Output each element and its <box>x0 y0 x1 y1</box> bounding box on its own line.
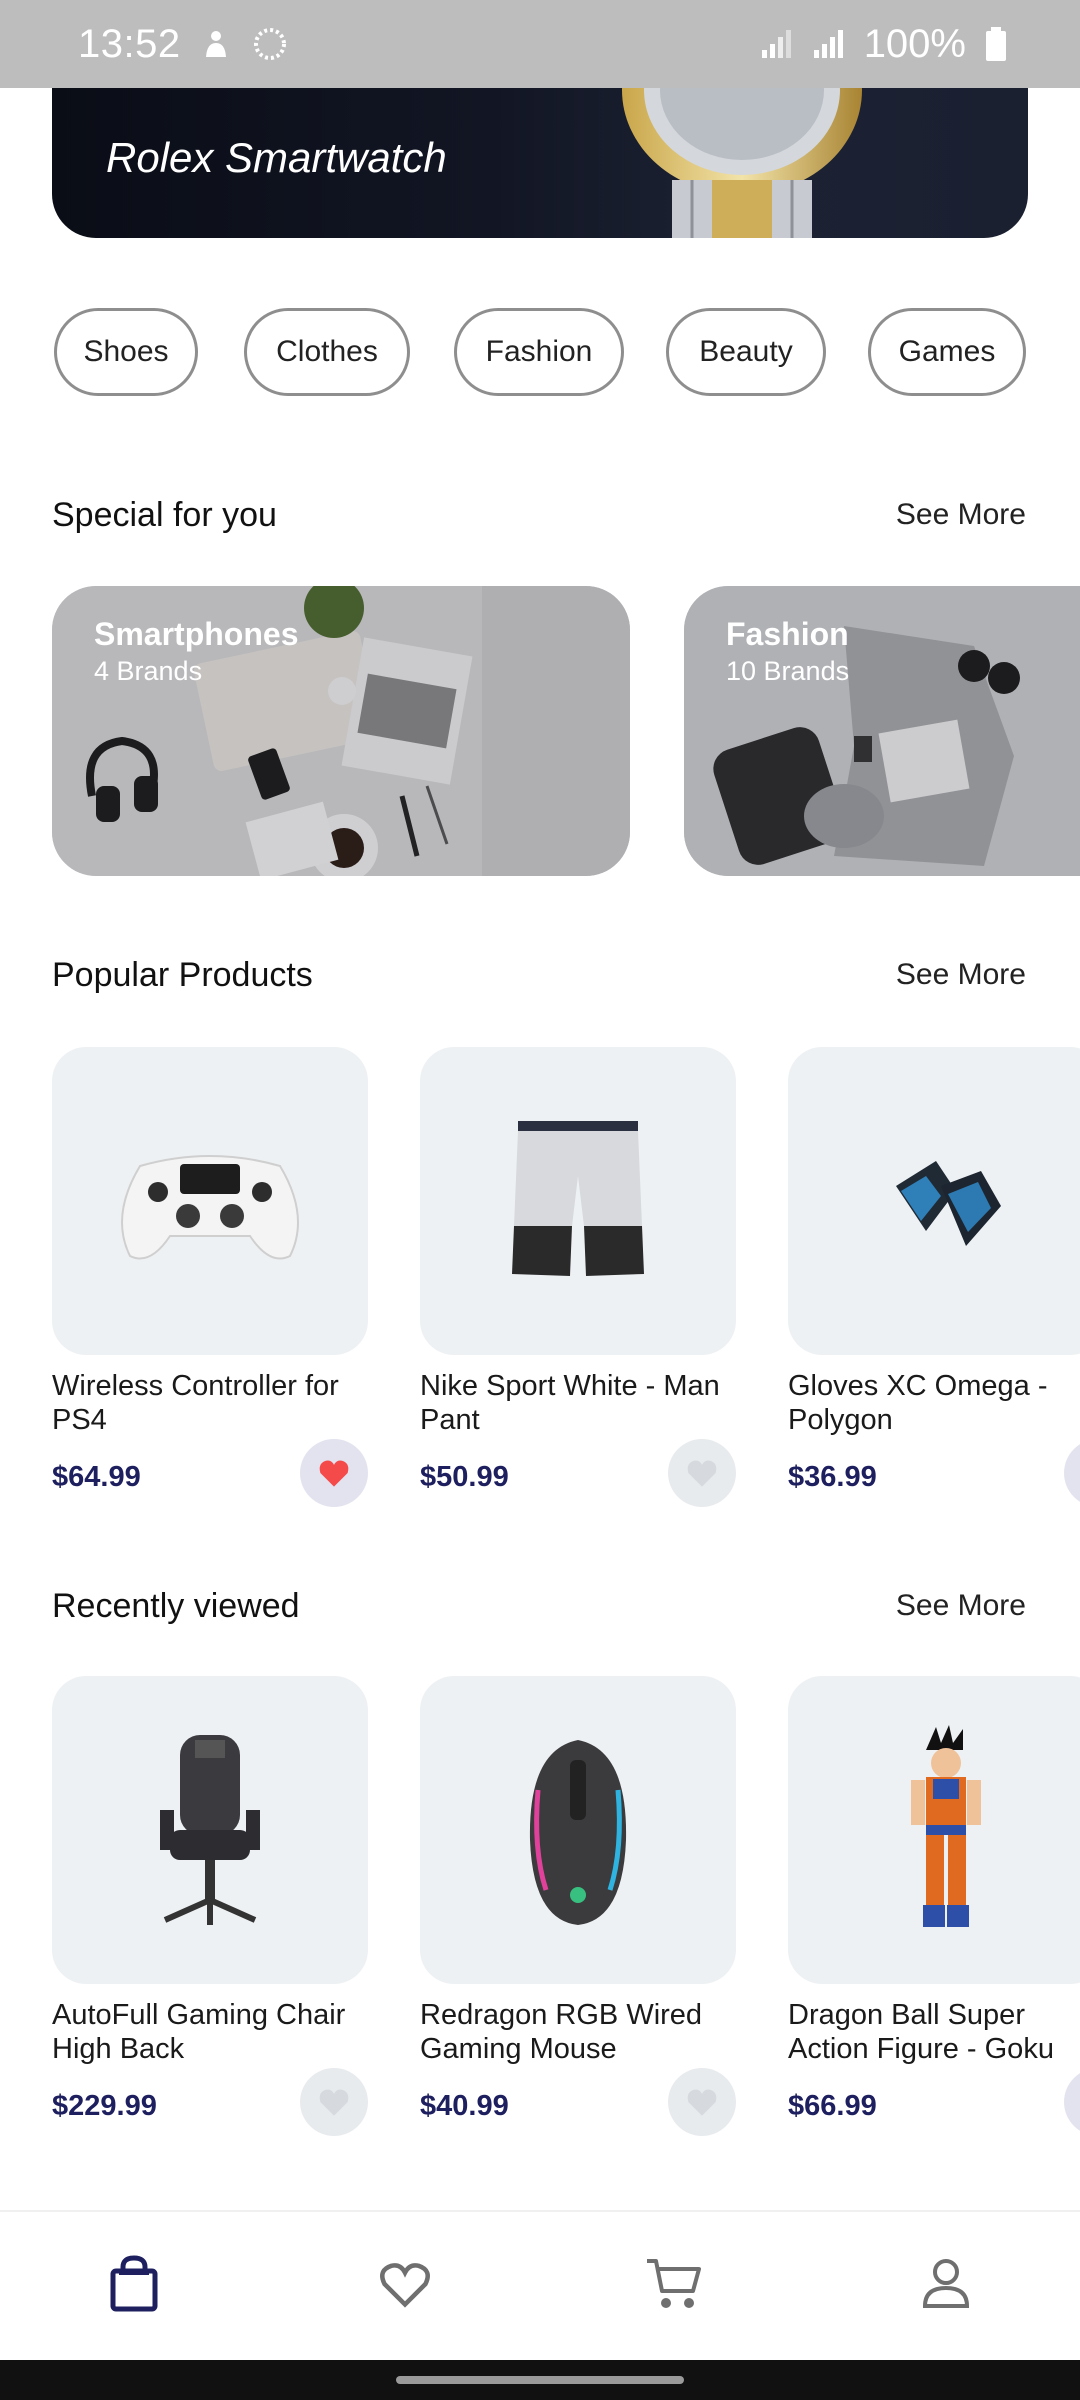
favorite-button[interactable] <box>300 2068 368 2136</box>
bottom-navigation <box>0 2210 1080 2360</box>
special-card-title: Smartphones <box>94 616 299 652</box>
cart-icon <box>647 2259 701 2308</box>
product-card[interactable]: Gloves XC Omega - Polygon $36.99 <box>788 1047 1080 1507</box>
nav-shop[interactable] <box>94 2244 174 2324</box>
home-gesture-handle[interactable] <box>396 2376 684 2384</box>
favorite-button[interactable] <box>1064 1439 1080 1507</box>
product-name: Gloves XC Omega - Polygon <box>788 1370 1048 1436</box>
status-right: 100% <box>760 22 1008 67</box>
product-price: $36.99 <box>788 1461 877 1493</box>
chair-icon <box>160 1735 260 1925</box>
product-image <box>420 1047 736 1355</box>
recent-section-title: Recently viewed <box>52 1587 300 1625</box>
product-price: $66.99 <box>788 2090 877 2122</box>
product-image <box>788 1676 1080 1984</box>
app-root: 13:52 100% Rolex Smartwatch Shoes Clothe… <box>0 0 1080 2400</box>
figure-icon <box>911 1725 981 1927</box>
product-name: Redragon RGB Wired Gaming Mouse <box>420 1999 703 2065</box>
gloves-icon <box>896 1161 1001 1246</box>
popular-section-title: Popular Products <box>52 956 313 994</box>
battery-icon <box>986 27 1006 61</box>
chip-fashion[interactable]: Fashion <box>454 308 624 396</box>
special-see-more[interactable]: See More <box>896 498 1026 532</box>
popular-see-more[interactable]: See More <box>896 958 1026 992</box>
product-image <box>420 1676 736 1984</box>
favorite-button[interactable] <box>300 1439 368 1507</box>
status-time: 13:52 <box>78 21 181 66</box>
gesture-bar <box>0 2360 1080 2400</box>
special-card-subtitle: 10 Brands <box>726 656 850 686</box>
chip-clothes[interactable]: Clothes <box>244 308 410 396</box>
signal-icon <box>761 30 791 58</box>
product-name: Dragon Ball Super Action Figure - Goku <box>788 1999 1054 2065</box>
chip-shoes[interactable]: Shoes <box>54 308 198 396</box>
heart-filled-icon <box>687 1460 717 1487</box>
notification-icon <box>205 31 226 57</box>
battery-percent: 100% <box>863 21 966 66</box>
favorite-button[interactable] <box>668 2068 736 2136</box>
special-card-title: Fashion <box>726 616 849 652</box>
product-image <box>52 1676 368 1984</box>
special-card-smartphones[interactable]: Smartphones 4 Brands <box>52 586 630 876</box>
profile-icon <box>922 2259 970 2308</box>
product-name: Nike Sport White - Man Pant <box>420 1370 720 1436</box>
nav-favorites[interactable] <box>365 2244 445 2324</box>
special-card-subtitle: 4 Brands <box>94 656 203 686</box>
heart-filled-icon <box>319 1460 349 1487</box>
product-card[interactable]: Dragon Ball Super Action Figure - Goku $… <box>788 1676 1080 2136</box>
special-card-fashion[interactable]: Fashion 10 Brands <box>684 586 1080 876</box>
category-chips: Shoes Clothes Fashion Beauty Games <box>52 308 1052 398</box>
heart-filled-icon <box>319 2089 349 2116</box>
product-image <box>52 1047 368 1355</box>
chip-games[interactable]: Games <box>868 308 1026 396</box>
shop-icon <box>110 2255 158 2312</box>
product-card[interactable]: AutoFull Gaming Chair High Back $229.99 <box>52 1676 368 2136</box>
product-card[interactable]: Nike Sport White - Man Pant $50.99 <box>420 1047 736 1507</box>
heart-filled-icon <box>687 2089 717 2116</box>
product-card[interactable]: Wireless Controller for PS4 $64.99 <box>52 1047 368 1507</box>
product-name: Wireless Controller for PS4 <box>52 1370 339 1436</box>
recent-see-more[interactable]: See More <box>896 1589 1026 1623</box>
special-section-title: Special for you <box>52 496 277 534</box>
product-card[interactable]: Redragon RGB Wired Gaming Mouse $40.99 <box>420 1676 736 2136</box>
favorite-button[interactable] <box>1064 2068 1080 2136</box>
signal-icon-2 <box>813 30 843 58</box>
nav-cart[interactable] <box>634 2244 714 2324</box>
heart-icon <box>380 2263 430 2308</box>
mouse-icon <box>529 1740 627 1925</box>
status-left: 13:52 <box>78 22 289 67</box>
chip-beauty[interactable]: Beauty <box>666 308 826 396</box>
product-name: AutoFull Gaming Chair High Back <box>52 1999 346 2065</box>
shorts-icon <box>512 1121 644 1276</box>
favorite-button[interactable] <box>668 1439 736 1507</box>
banner-title: Rolex Smartwatch <box>106 134 447 181</box>
gamepad-icon <box>121 1155 299 1260</box>
product-image <box>788 1047 1080 1355</box>
status-bar: 13:52 100% <box>0 0 1080 88</box>
loading-icon <box>253 28 286 60</box>
nav-profile[interactable] <box>906 2244 986 2324</box>
